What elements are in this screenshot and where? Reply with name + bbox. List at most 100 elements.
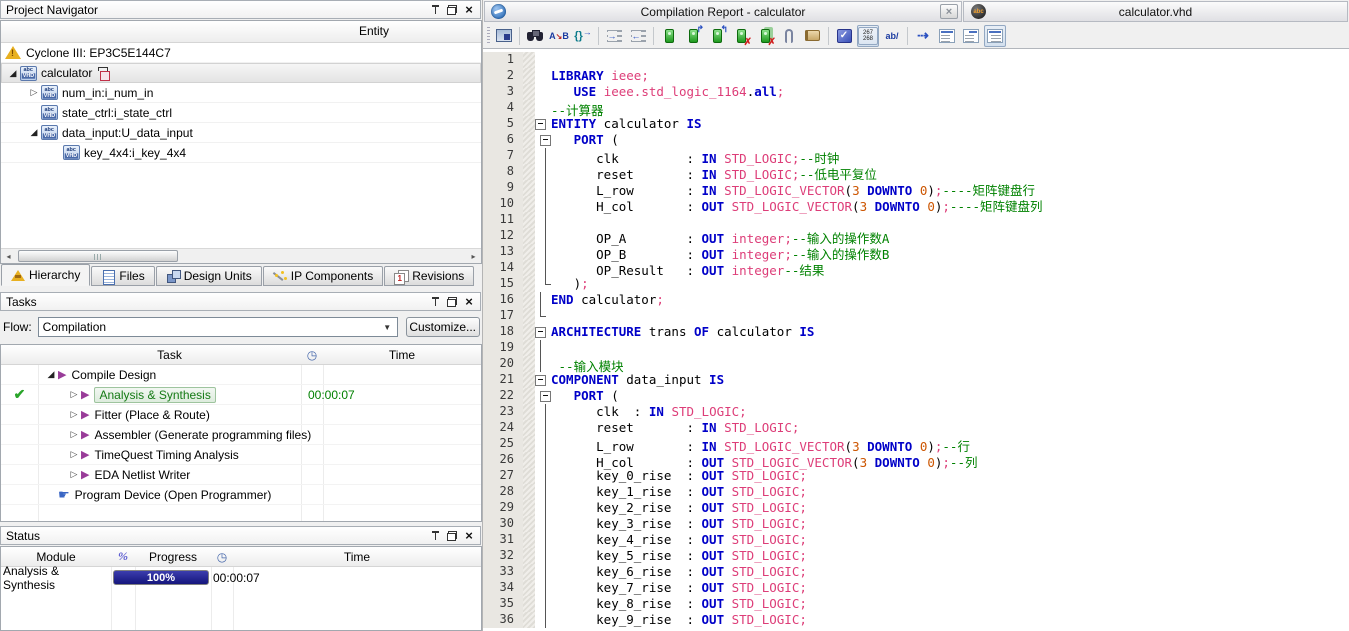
task-row[interactable]: ▷ ▶ EDA Netlist Writer <box>1 465 481 485</box>
tree-item[interactable]: ◢ abc VHD data_input:U_data_input <box>1 123 481 143</box>
task-row[interactable]: ☛ Program Device (Open Programmer) <box>1 485 481 505</box>
code-line[interactable]: 5 ENTITY calculator IS <box>483 116 1349 132</box>
code-line[interactable]: 19 <box>483 340 1349 356</box>
code-line[interactable]: 29 key_2_rise : OUT STD_LOGIC; <box>483 500 1349 516</box>
pin-icon[interactable] <box>429 530 441 542</box>
pin-icon[interactable] <box>429 4 441 16</box>
block-style-1-icon[interactable] <box>936 25 958 47</box>
chevron-down-icon[interactable]: ▼ <box>380 320 395 334</box>
expand-icon[interactable]: ▷ <box>67 389 81 400</box>
scrollbar-track[interactable] <box>16 249 466 263</box>
toolbar-grip[interactable] <box>487 26 490 45</box>
close-icon[interactable]: × <box>463 529 475 542</box>
h-scrollbar[interactable]: ◂ ▸ <box>1 248 481 263</box>
project-navigator-titlebar[interactable]: Project Navigator × <box>0 0 481 19</box>
report-window-titlebar[interactable]: Compilation Report - calculator × <box>484 1 962 22</box>
fold-toggle-icon[interactable] <box>535 324 551 340</box>
float-icon[interactable] <box>446 296 458 308</box>
code-line[interactable]: 33 key_6_rise : OUT STD_LOGIC; <box>483 564 1349 580</box>
close-icon[interactable]: × <box>463 295 475 308</box>
tree-item[interactable]: abc VHD key_4x4:i_key_4x4 <box>1 143 481 163</box>
tree-item[interactable]: ▷ abc VHD num_in:i_num_in <box>1 83 481 103</box>
block-style-3-icon[interactable] <box>984 24 1006 47</box>
code-line[interactable]: 23 clk : IN STD_LOGIC; <box>483 404 1349 420</box>
code-line[interactable]: 15 ); <box>483 276 1349 292</box>
code-line[interactable]: 9 L_row : IN STD_LOGIC_VECTOR(3 DOWNTO 0… <box>483 180 1349 198</box>
tree-header[interactable]: Entity <box>1 21 481 43</box>
fold-toggle-icon[interactable] <box>535 132 551 148</box>
bookmark-previous-icon[interactable]: ↰ <box>706 24 728 47</box>
code-line[interactable]: 13 OP_B : OUT integer;--输入的操作数B <box>483 244 1349 262</box>
expand-icon[interactable]: ▷ <box>67 429 81 440</box>
code-line[interactable]: 8 reset : IN STD_LOGIC;--低电平复位 <box>483 164 1349 182</box>
code-line[interactable]: 10 H_col : OUT STD_LOGIC_VECTOR(3 DOWNTO… <box>483 196 1349 214</box>
pin-icon[interactable] <box>429 296 441 308</box>
tab-ip-components[interactable]: IP Components <box>262 266 384 286</box>
scroll-left-icon[interactable]: ◂ <box>1 249 16 263</box>
task-row[interactable]: ✔ ▷ ▶ Analysis & Synthesis 00:00:07 <box>1 385 481 405</box>
collapse-icon[interactable]: ◢ <box>27 127 41 138</box>
tasks-titlebar[interactable]: Tasks × <box>0 292 481 311</box>
collapse-icon[interactable]: ◢ <box>6 68 20 79</box>
expand-icon[interactable]: ▷ <box>67 469 81 480</box>
code-editor[interactable]: 1 2 LIBRARY ieee; 3 USE ieee.std_logic_1164… <box>483 49 1349 631</box>
tab-design-units[interactable]: Design Units <box>155 266 262 286</box>
code-line[interactable]: 36 key_9_rise : OUT STD_LOGIC; <box>483 612 1349 628</box>
code-line[interactable]: 25 L_row : IN STD_LOGIC_VECTOR(3 DOWNTO … <box>483 436 1349 454</box>
code-line[interactable]: 20 --输入模块 <box>483 356 1349 374</box>
code-line[interactable]: 32 key_5_rise : OUT STD_LOGIC; <box>483 548 1349 564</box>
find-replace-icon[interactable]: A↘B <box>548 25 570 47</box>
code-line[interactable]: 31 key_4_rise : OUT STD_LOGIC; <box>483 532 1349 548</box>
code-line[interactable]: 14 OP_Result : OUT integer--结果 <box>483 260 1349 278</box>
attach-file-icon[interactable] <box>778 25 800 47</box>
close-icon[interactable]: × <box>463 3 475 16</box>
code-line[interactable]: 17 <box>483 308 1349 324</box>
code-line[interactable]: 22 PORT ( <box>483 388 1349 404</box>
bookmark-delete-all-icon[interactable]: ✗ <box>754 25 776 47</box>
scroll-right-icon[interactable]: ▸ <box>466 249 481 263</box>
code-line[interactable]: 18 ARCHITECTURE trans OF calculator IS <box>483 324 1349 340</box>
word-wrap-icon[interactable]: ab/ <box>881 25 903 47</box>
expand-icon[interactable]: ▷ <box>67 409 81 420</box>
fold-toggle-icon[interactable] <box>535 372 551 388</box>
float-icon[interactable] <box>446 4 458 16</box>
tab-files[interactable]: Files <box>91 266 155 286</box>
indent-increase-icon[interactable] <box>603 25 625 47</box>
bookmark-toggle-icon[interactable] <box>658 25 680 47</box>
collapse-icon[interactable]: ◢ <box>44 369 58 380</box>
bookmark-delete-icon[interactable]: ✗ <box>730 25 752 47</box>
task-row[interactable]: ◢ ▶ Compile Design <box>1 365 481 385</box>
status-row[interactable]: Analysis & Synthesis 100% 00:00:07 <box>1 564 481 592</box>
tree-item[interactable]: Cyclone III: EP3C5E144C7 <box>1 43 481 63</box>
code-line[interactable]: 26 H_col : OUT STD_LOGIC_VECTOR(3 DOWNTO… <box>483 452 1349 470</box>
matching-brace-icon[interactable]: {}→ <box>572 25 594 47</box>
flow-select[interactable]: Compilation ▼ <box>37 317 398 337</box>
float-icon[interactable] <box>446 530 458 542</box>
customize-button[interactable]: Customize... <box>405 317 480 337</box>
line-numbers-icon[interactable]: 267 268 <box>857 24 879 47</box>
code-line[interactable]: 3 USE ieee.std_logic_1164.all; <box>483 84 1349 100</box>
block-style-2-icon[interactable] <box>960 25 982 47</box>
find-icon[interactable] <box>524 25 546 47</box>
tab-hierarchy[interactable]: Hierarchy <box>1 264 91 286</box>
code-line[interactable]: 6 PORT ( <box>483 132 1349 148</box>
fold-toggle-icon[interactable] <box>535 116 551 132</box>
close-button[interactable]: × <box>940 4 958 19</box>
status-titlebar[interactable]: Status × <box>0 526 481 545</box>
expand-icon[interactable]: ▷ <box>67 449 81 460</box>
replace-dialog-icon[interactable] <box>493 25 515 47</box>
tab-revisions[interactable]: Revisions <box>384 266 475 286</box>
code-line[interactable]: 16 END calculator; <box>483 292 1349 308</box>
task-row[interactable]: ▷ ▶ Fitter (Place & Route) <box>1 405 481 425</box>
macro-icon[interactable] <box>802 25 824 47</box>
code-line[interactable]: 1 <box>483 52 1349 68</box>
spell-check-icon[interactable]: ✓ <box>833 25 855 47</box>
code-line[interactable]: 27 key_0_rise : OUT STD_LOGIC; <box>483 468 1349 484</box>
tree-item[interactable]: ◢ abc VHD calculator <box>1 63 481 83</box>
scrollbar-thumb[interactable] <box>18 250 178 262</box>
tree-item[interactable]: abc VHD state_ctrl:i_state_ctrl <box>1 103 481 123</box>
indent-decrease-icon[interactable] <box>627 25 649 47</box>
task-row[interactable]: ▷ ▶ Assembler (Generate programming files) <box>1 425 481 445</box>
code-line[interactable]: 2 LIBRARY ieee; <box>483 68 1349 84</box>
code-line[interactable]: 12 OP_A : OUT integer;--输入的操作数A <box>483 228 1349 246</box>
